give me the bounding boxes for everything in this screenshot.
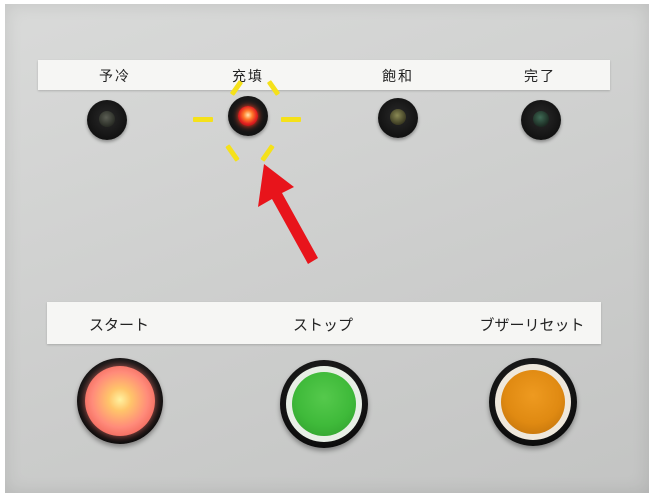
stop-button[interactable] [280, 360, 368, 448]
control-panel: 予冷 充填 飽和 完了 スタート ストップ ブザーリセット [5, 4, 649, 493]
precool-indicator-lamp [87, 100, 127, 140]
complete-indicator-lamp [521, 100, 561, 140]
label-buzzer-reset: ブザーリセット [479, 316, 585, 334]
button-label-strip: スタート ストップ ブザーリセット [47, 302, 601, 344]
label-start: スタート [88, 316, 150, 334]
label-precool: 予冷 [99, 69, 131, 85]
buzzer-reset-button[interactable] [489, 358, 577, 446]
indicator-label-strip: 予冷 充填 飽和 完了 [38, 60, 610, 90]
red-arrow-icon [258, 164, 318, 264]
label-complete: 完了 [524, 69, 556, 85]
saturated-indicator-lamp [378, 98, 418, 138]
label-saturated: 飽和 [382, 69, 414, 85]
filling-indicator-lamp [228, 96, 268, 136]
start-button[interactable] [77, 358, 163, 444]
photo-frame: 予冷 充填 飽和 完了 スタート ストップ ブザーリセット [0, 0, 654, 497]
label-stop: ストップ [292, 316, 354, 334]
